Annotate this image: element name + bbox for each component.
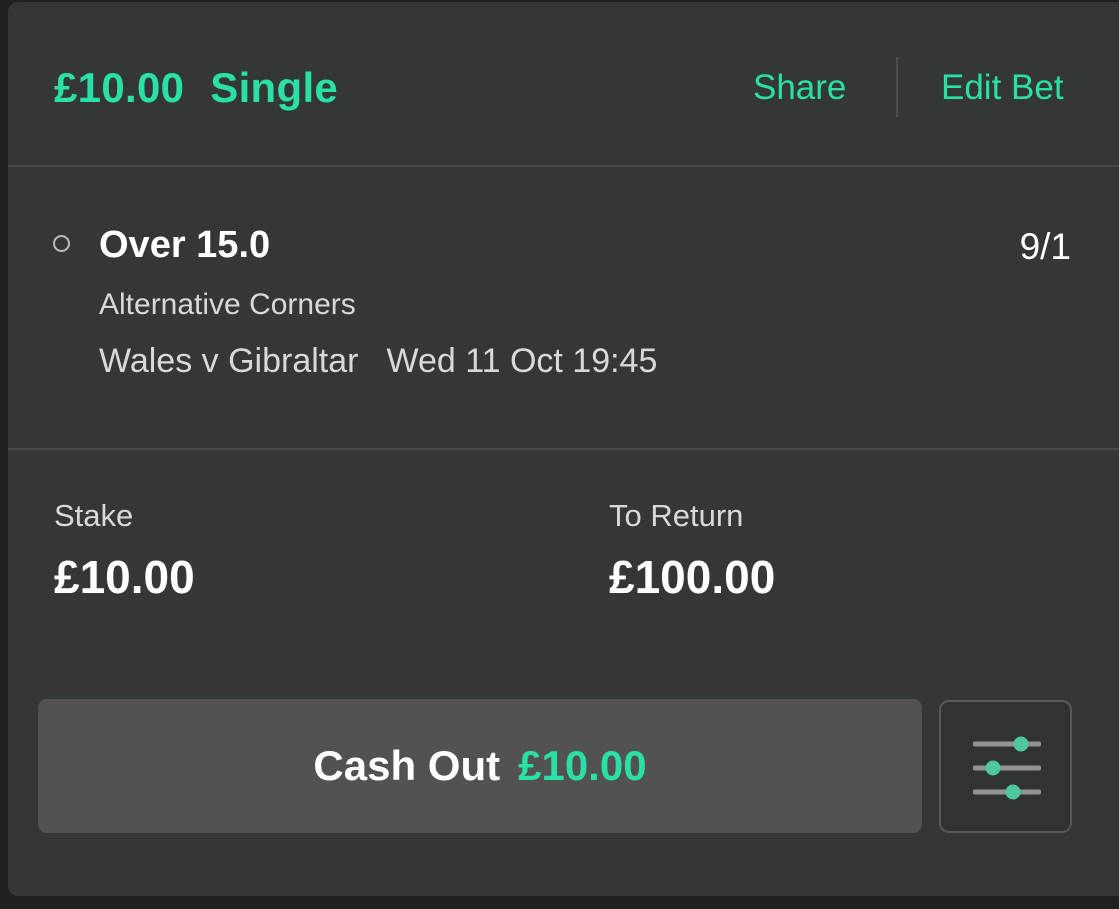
stake-label: Stake [54,498,134,533]
selection-odds: 9/1 [1019,226,1071,267]
cash-out-label: Cash Out [313,742,501,789]
bet-stake: £10.00 [54,64,185,111]
market-name: Alternative Corners [99,288,356,321]
event-datetime: Wed 11 Oct 19:45 [386,342,658,380]
cash-out-amount: £10.00 [518,742,647,789]
selection-name: Over 15.0 [99,224,271,266]
stake-value: £10.00 [54,551,195,603]
sliders-icon [973,736,1041,800]
header-divider [896,57,898,117]
return-value: £100.00 [609,551,776,603]
return-label: To Return [609,498,744,533]
cash-out-button[interactable]: Cash Out £10.00 [38,699,922,833]
event-name: Wales v Gibraltar [99,342,359,380]
edit-bet-button[interactable]: Edit Bet [941,68,1064,108]
bet-title: £10.00 Single [54,64,338,112]
bet-type: Single [210,64,339,111]
divider [8,448,1119,450]
bet-header: £10.00 Single Share Edit Bet [8,2,1119,165]
divider [8,165,1119,167]
bet-card: £10.00 Single Share Edit Bet Over 15.0 9/… [8,2,1119,896]
share-button[interactable]: Share [753,68,846,108]
cash-out-settings-button[interactable] [939,700,1072,833]
circle-outline-icon [53,235,70,252]
event-info: Wales v Gibraltar Wed 11 Oct 19:45 [99,342,657,381]
